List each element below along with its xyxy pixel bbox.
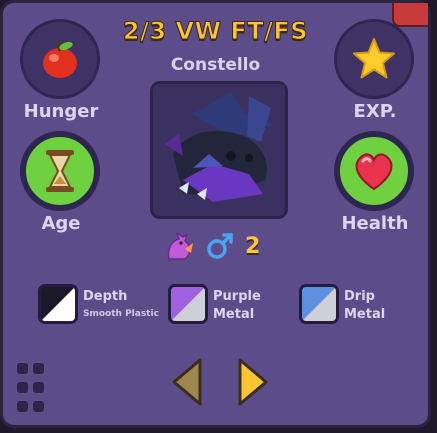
age-stat[interactable] xyxy=(20,131,100,211)
swatch-fill xyxy=(41,287,75,321)
apple-icon xyxy=(43,41,77,78)
material-name: Purple xyxy=(213,289,261,304)
dragon-icon xyxy=(167,231,193,260)
material-type: Metal xyxy=(213,307,255,322)
grid-icon[interactable] xyxy=(17,363,47,417)
hunger-label: Hunger xyxy=(23,101,99,122)
age-label: Age xyxy=(41,213,81,234)
material-type: Smooth Plastic xyxy=(83,309,159,319)
dragon-image xyxy=(165,92,273,202)
material-name: Depth xyxy=(83,289,128,304)
health-label: Health xyxy=(341,213,409,234)
arrow-right-icon[interactable] xyxy=(236,357,270,407)
material-swatch-depth[interactable] xyxy=(38,284,78,324)
pet-info-panel: 2/3 VW FT/FS Constello Hunger EXP. Age H… xyxy=(0,0,431,428)
material-swatch-drip[interactable] xyxy=(299,284,339,324)
material-type: Metal xyxy=(344,307,386,322)
exp-label: EXP. xyxy=(353,101,397,122)
hourglass-icon xyxy=(46,150,74,192)
star-icon xyxy=(353,38,395,79)
pet-level: 2 xyxy=(245,233,261,259)
material-swatch-purple[interactable] xyxy=(168,284,208,324)
material-name: Drip xyxy=(344,289,375,304)
swatch-fill xyxy=(302,287,336,321)
swatch-fill xyxy=(171,287,205,321)
male-icon xyxy=(207,233,233,259)
health-stat[interactable] xyxy=(334,131,414,211)
arrow-left-icon[interactable] xyxy=(170,357,204,407)
pet-badges: 2 xyxy=(163,229,260,263)
hunger-stat[interactable] xyxy=(20,19,100,99)
heart-icon xyxy=(355,153,393,191)
pet-portrait xyxy=(150,81,288,219)
exp-stat[interactable] xyxy=(334,19,414,99)
